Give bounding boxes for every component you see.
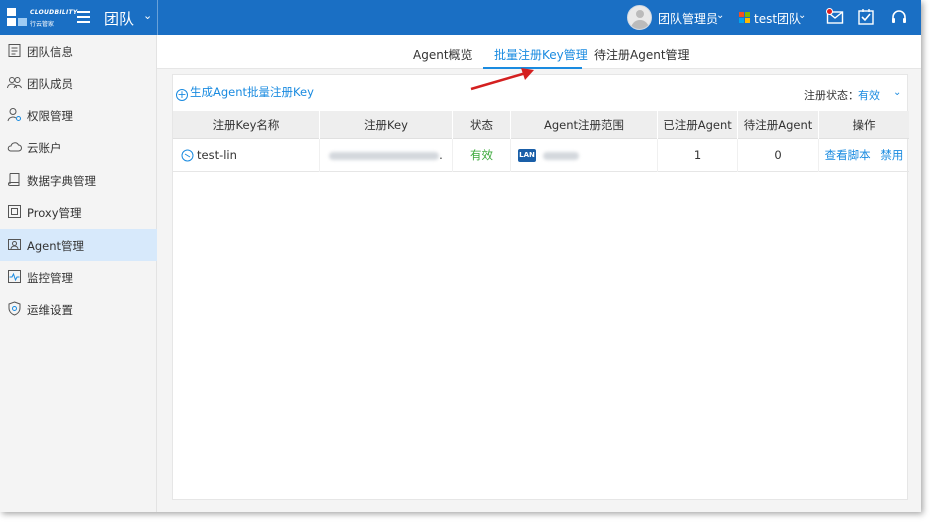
status-filter-select[interactable]: 有效 xyxy=(858,87,880,103)
generate-key-button[interactable]: + 生成Agent批量注册Key xyxy=(176,84,314,101)
column-header-actions: 操作 xyxy=(852,118,876,132)
cloudbility-logo[interactable]: CLOUDBILITY 行云管家 xyxy=(6,6,77,30)
sidebar-item-proxy[interactable]: Proxy管理 xyxy=(0,196,157,228)
headset-icon[interactable] xyxy=(890,8,908,26)
column-header-key-name: 注册Key名称 xyxy=(173,111,320,139)
task-icon[interactable] xyxy=(857,8,875,26)
members-icon xyxy=(7,77,22,89)
logo-text: CLOUDBILITY xyxy=(30,9,78,16)
monitor-icon xyxy=(8,270,21,283)
app-window: CLOUDBILITY 行云管家 团队 ⌄ 团队管理员 ⌄ test团队 ⌄ 团… xyxy=(0,0,921,512)
column-header-registered: 已注册Agent xyxy=(658,111,738,139)
tab-pending-agent-management[interactable]: 待注册Agent管理 xyxy=(594,46,690,63)
top-bar: CLOUDBILITY 行云管家 团队 ⌄ 团队管理员 ⌄ test团队 ⌄ xyxy=(0,0,921,35)
permission-icon xyxy=(7,108,21,122)
menu-icon[interactable] xyxy=(77,11,90,23)
topbar-divider xyxy=(157,0,158,35)
main-content: Agent概览 批量注册Key管理 待注册Agent管理 + 生成Agent批量注… xyxy=(157,35,921,512)
agent-icon xyxy=(8,239,21,250)
sidebar-item-label: 监控管理 xyxy=(27,271,73,285)
table-row: test-lin . 有效 LAN 1 0 查看脚本 禁用 xyxy=(173,139,909,172)
cell-scope: LAN xyxy=(511,139,658,172)
cell-actions: 查看脚本 禁用 xyxy=(819,139,909,172)
sidebar-item-ops-settings[interactable]: 运维设置 xyxy=(0,293,157,325)
sidebar-item-team-info[interactable]: 团队信息 xyxy=(0,35,157,67)
sidebar-item-label: 团队信息 xyxy=(27,45,73,59)
lan-badge: LAN xyxy=(518,149,536,162)
proxy-icon xyxy=(8,205,21,218)
sidebar-item-label: Proxy管理 xyxy=(27,206,82,220)
column-header-key: 注册Key xyxy=(320,111,453,139)
key-suffix: . xyxy=(439,148,443,162)
cloud-icon xyxy=(7,142,22,152)
redacted-key xyxy=(329,151,440,160)
content-panel: + 生成Agent批量注册Key 注册状态： 有效 ⌄ 注册Key名称 注册Key… xyxy=(172,74,909,500)
tab-batch-key-management[interactable]: 批量注册Key管理 xyxy=(494,46,588,63)
sidebar-item-label: 权限管理 xyxy=(27,109,73,123)
sidebar-item-label: 云账户 xyxy=(27,141,62,155)
notification-dot xyxy=(826,8,833,15)
disable-link[interactable]: 禁用 xyxy=(880,148,903,162)
sidebar-item-permission[interactable]: 权限管理 xyxy=(0,99,157,131)
logo-mark-icon xyxy=(7,8,27,26)
sidebar-item-agent[interactable]: Agent管理 xyxy=(0,229,157,261)
view-script-link[interactable]: 查看脚本 xyxy=(825,148,871,162)
annotation-arrow-icon xyxy=(470,68,534,91)
cell-key-name: test-lin xyxy=(173,139,320,172)
status-filter-label: 注册状态： xyxy=(804,89,859,102)
column-header-scope: Agent注册范围 xyxy=(511,111,658,139)
tab-bar: Agent概览 批量注册Key管理 待注册Agent管理 xyxy=(157,35,921,69)
ops-settings-icon xyxy=(8,301,21,316)
sidebar-item-label: Agent管理 xyxy=(27,239,85,253)
sidebar: 团队信息 团队成员 权限管理 云账户 数据字典管理 Proxy管理 Agent管… xyxy=(0,35,157,512)
sidebar-item-label: 运维设置 xyxy=(27,303,73,317)
tab-agent-overview[interactable]: Agent概览 xyxy=(413,46,473,63)
sidebar-item-label: 数据字典管理 xyxy=(27,174,96,188)
cell-pending: 0 xyxy=(738,139,819,172)
column-header-status: 状态 xyxy=(453,111,511,139)
add-circle-icon: + xyxy=(176,88,188,101)
user-name[interactable]: 团队管理员 xyxy=(658,10,718,27)
table-header: 注册Key名称 注册Key 状态 Agent注册范围 已注册Agent 待注册A… xyxy=(173,111,909,139)
generate-key-label: 生成Agent批量注册Key xyxy=(190,85,314,99)
key-name-text: test-lin xyxy=(197,148,237,162)
cell-registered: 1 xyxy=(658,139,738,172)
chevron-down-icon[interactable]: ⌄ xyxy=(893,87,901,98)
cell-status: 有效 xyxy=(453,139,511,172)
chevron-down-icon[interactable]: ⌄ xyxy=(143,9,152,22)
column-header-pending: 待注册Agent xyxy=(738,111,819,139)
redacted-scope xyxy=(542,151,579,160)
key-link-icon xyxy=(181,149,194,162)
org-name[interactable]: test团队 xyxy=(754,10,801,27)
sidebar-item-cloud-account[interactable]: 云账户 xyxy=(0,131,157,163)
cell-key: . xyxy=(320,139,453,172)
sidebar-item-team-members[interactable]: 团队成员 xyxy=(0,67,157,99)
org-logo-icon xyxy=(739,12,750,23)
team-title[interactable]: 团队 xyxy=(104,8,134,29)
info-icon xyxy=(8,44,21,57)
logo-subtext: 行云管家 xyxy=(30,21,55,28)
avatar[interactable] xyxy=(627,5,652,30)
sidebar-item-dictionary[interactable]: 数据字典管理 xyxy=(0,164,157,196)
sidebar-item-label: 团队成员 xyxy=(27,77,73,91)
sidebar-item-monitor[interactable]: 监控管理 xyxy=(0,261,157,293)
chevron-down-icon[interactable]: ⌄ xyxy=(798,10,806,21)
dictionary-icon xyxy=(8,173,20,186)
chevron-down-icon[interactable]: ⌄ xyxy=(716,10,724,21)
